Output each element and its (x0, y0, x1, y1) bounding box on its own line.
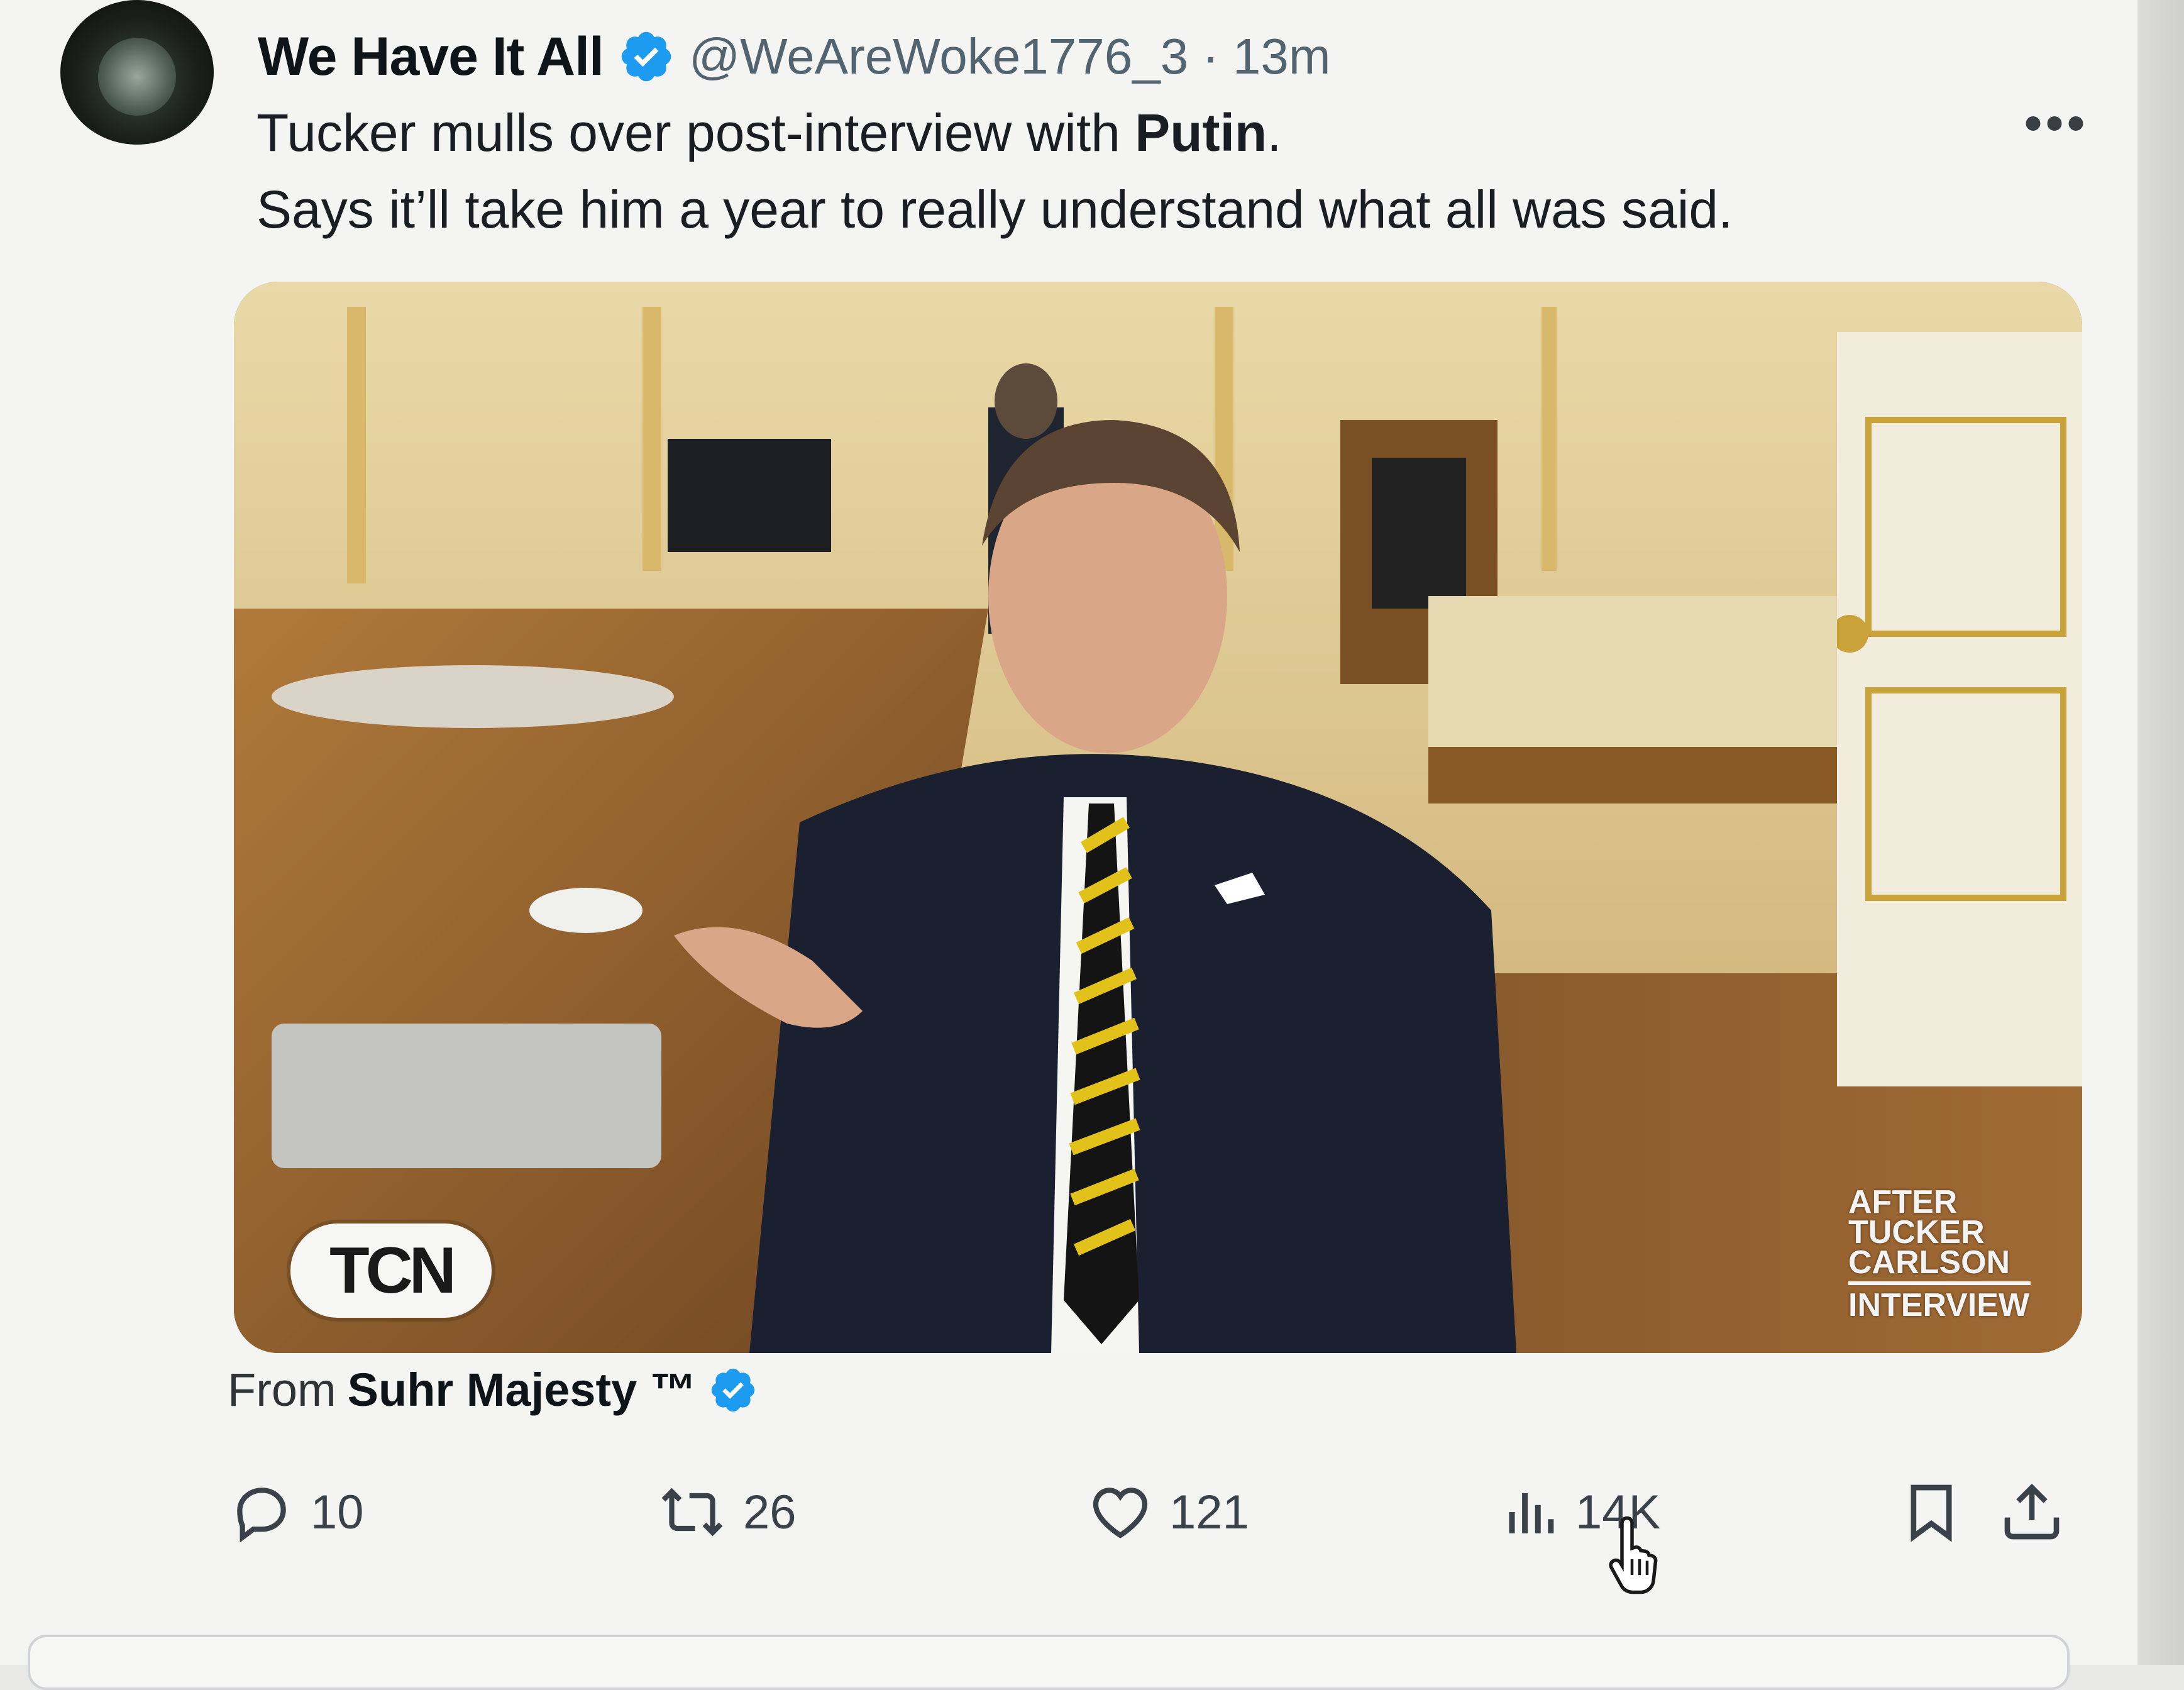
media-source: From Suhr Majesty ™ (228, 1363, 758, 1417)
verified-badge-icon (621, 31, 671, 82)
tweet-header: We Have It All @WeAreWoke1776_3 · 13m (258, 13, 1331, 101)
repost-count: 26 (743, 1485, 797, 1539)
reply-button[interactable]: 10 (229, 1471, 364, 1553)
source-account-name[interactable]: Suhr Majesty ™ (348, 1363, 697, 1417)
tweet-text: Tucker mulls over post-interview with Pu… (256, 94, 2080, 248)
share-icon (2004, 1483, 2060, 1540)
share-button[interactable] (1999, 1471, 2065, 1553)
tweet-text-line-1: Tucker mulls over post-interview with Pu… (256, 103, 1282, 162)
avatar[interactable] (60, 0, 214, 145)
like-count: 121 (1169, 1485, 1249, 1539)
separator: · (1202, 28, 1219, 84)
views-icon (1509, 1493, 1554, 1533)
reply-icon (237, 1488, 286, 1543)
repost-icon (661, 1488, 723, 1537)
screen-edge (2137, 0, 2184, 1665)
bookmark-button[interactable] (1899, 1471, 1964, 1553)
video-media[interactable]: TCN AFTER TUCKER CARLSON INTERVIEW (234, 282, 2082, 1353)
verified-badge-icon (711, 1368, 754, 1411)
tweet-actions: 10 26 121 14K (0, 1471, 2137, 1553)
after-tucker-interview-logo: AFTER TUCKER CARLSON INTERVIEW (1848, 1186, 2062, 1322)
repost-button[interactable]: 26 (658, 1471, 797, 1553)
like-icon (1093, 1488, 1148, 1538)
timestamp[interactable]: 13m (1233, 28, 1331, 86)
next-tweet-card[interactable] (28, 1635, 2070, 1690)
like-button[interactable]: 121 (1088, 1471, 1249, 1553)
tcn-badge: TCN (290, 1223, 492, 1318)
reply-count: 10 (311, 1485, 364, 1539)
avatar-globe (98, 38, 176, 116)
bookmark-icon (1911, 1484, 1952, 1542)
tweet-text-line-2: Says it’ll take him a year to really und… (256, 180, 1733, 239)
handle[interactable]: @WeAreWoke1776_3 (689, 28, 1188, 86)
hand-cursor-icon (1609, 1516, 1658, 1594)
tweet-screen: We Have It All @WeAreWoke1776_3 · 13m ••… (0, 0, 2150, 1690)
source-from-label: From (228, 1364, 336, 1416)
video-frame (234, 282, 2082, 1353)
mention-putin: Putin (1135, 103, 1267, 162)
display-name[interactable]: We Have It All (258, 26, 604, 88)
